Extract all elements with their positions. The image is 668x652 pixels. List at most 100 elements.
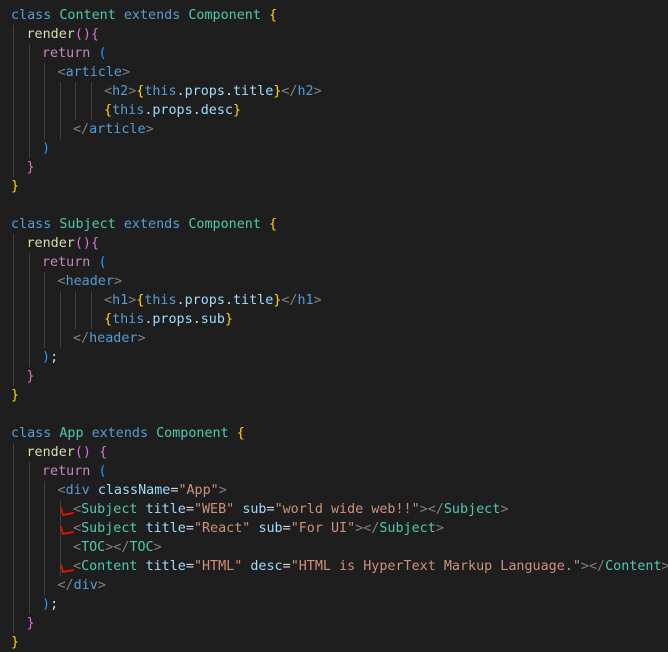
code-token: props <box>152 312 193 327</box>
code-token: Subject <box>59 217 124 232</box>
code-token: . <box>176 84 185 99</box>
code-token: article <box>65 65 122 80</box>
code-token: "world wide web!!" <box>274 502 420 517</box>
code-line[interactable]: ) <box>42 139 50 158</box>
code-line[interactable]: </header> <box>73 329 146 348</box>
code-token: { <box>269 217 278 232</box>
indent-guide <box>28 253 30 272</box>
indent-guide <box>28 595 30 614</box>
code-token: ; <box>50 350 59 365</box>
code-line[interactable]: <header> <box>58 272 123 291</box>
code-line[interactable]: } <box>11 386 19 405</box>
code-token: = <box>282 559 291 574</box>
code-line[interactable]: <Content title="HTML" desc="HTML is Hype… <box>73 557 668 576</box>
code-token: extends <box>91 426 157 441</box>
code-token: () <box>74 236 91 251</box>
code-token: sub <box>200 312 225 327</box>
indent-guide <box>13 158 14 177</box>
indent-guide <box>44 538 45 557</box>
code-token: h1 <box>112 293 129 308</box>
code-token: desc <box>200 103 233 118</box>
code-line[interactable]: } <box>27 158 35 177</box>
code-token: { <box>99 445 108 460</box>
code-token: return <box>42 464 99 479</box>
code-token: ></ <box>355 521 380 536</box>
code-line[interactable]: return ( <box>42 462 107 481</box>
indent-guide <box>28 500 30 519</box>
code-line[interactable]: {this.props.desc} <box>104 101 241 120</box>
code-token: . <box>176 293 185 308</box>
code-line[interactable]: <h2>{this.props.title}</h2> <box>104 82 322 101</box>
indent-guide <box>28 348 30 367</box>
indent-guide <box>75 291 76 310</box>
code-line[interactable]: ); <box>42 348 58 367</box>
code-token: < <box>57 274 66 289</box>
code-token: ></ <box>419 502 444 517</box>
code-token: "App" <box>178 483 219 498</box>
code-token: extends <box>123 8 189 23</box>
code-token: { <box>91 27 100 42</box>
code-token: ></ <box>105 540 130 555</box>
indent-guide <box>44 101 45 120</box>
code-token: Subject <box>443 502 501 517</box>
indent-guide <box>28 576 30 595</box>
code-line[interactable]: } <box>11 177 19 196</box>
indent-guide <box>59 538 61 557</box>
code-line[interactable]: </div> <box>58 576 106 595</box>
code-line[interactable]: <Subject title="React" sub="For UI"></Su… <box>73 519 444 538</box>
code-token: props <box>184 293 225 308</box>
code-line[interactable]: <h1>{this.props.title}</h1> <box>104 291 322 310</box>
code-line[interactable]: ); <box>42 595 58 614</box>
indent-guide <box>13 367 14 386</box>
code-line[interactable]: <Subject title="WEB" sub="world wide web… <box>73 500 508 519</box>
indent-guide <box>13 348 14 367</box>
code-line[interactable]: render() { <box>27 443 108 462</box>
indent-guide <box>44 63 45 82</box>
indent-guide <box>28 291 30 310</box>
code-token: Content <box>605 559 662 574</box>
code-token: this <box>112 312 145 327</box>
code-line[interactable]: {this.props.sub} <box>104 310 233 329</box>
indent-guide <box>59 120 61 139</box>
code-token: ) <box>42 597 51 612</box>
code-editor[interactable]: class Content extends Component {render(… <box>0 6 668 651</box>
code-token: } <box>11 635 20 650</box>
code-token: > <box>122 65 131 80</box>
indent-guide <box>13 500 14 519</box>
code-token: article <box>89 122 146 137</box>
code-token: > <box>218 483 227 498</box>
code-line[interactable]: return ( <box>42 253 107 272</box>
code-token: ( <box>98 464 107 479</box>
code-line[interactable]: } <box>27 367 35 386</box>
code-line[interactable]: </article> <box>73 120 154 139</box>
code-line[interactable]: class Content extends Component { <box>11 6 277 25</box>
code-token: props <box>152 103 193 118</box>
code-token: </ <box>57 578 74 593</box>
indent-guide <box>44 481 45 500</box>
indent-guide <box>13 519 14 538</box>
indent-guide <box>13 481 14 500</box>
code-token: render <box>26 236 75 251</box>
code-token: div <box>65 483 98 498</box>
indent-guide <box>28 329 30 348</box>
code-line[interactable]: render(){ <box>27 234 100 253</box>
code-token: Component <box>156 426 237 441</box>
code-line[interactable]: return ( <box>42 44 107 63</box>
code-line[interactable]: <div className="App"> <box>58 481 227 500</box>
code-token: } <box>11 388 20 403</box>
code-line[interactable]: class App extends Component { <box>11 424 245 443</box>
code-line[interactable]: class Subject extends Component { <box>11 215 277 234</box>
code-token: = <box>266 502 275 517</box>
indent-guide <box>75 310 76 329</box>
code-line[interactable]: <article> <box>58 63 131 82</box>
code-token: . <box>224 84 233 99</box>
code-token: ; <box>50 597 59 612</box>
red-checkmark-annotation <box>60 507 74 516</box>
code-line[interactable]: } <box>27 614 35 633</box>
code-token: return <box>42 46 99 61</box>
indent-guide <box>28 557 30 576</box>
code-token: > <box>313 84 322 99</box>
code-line[interactable]: render(){ <box>27 25 100 44</box>
code-line[interactable]: <TOC></TOC> <box>73 538 162 557</box>
code-line[interactable]: } <box>11 633 19 652</box>
